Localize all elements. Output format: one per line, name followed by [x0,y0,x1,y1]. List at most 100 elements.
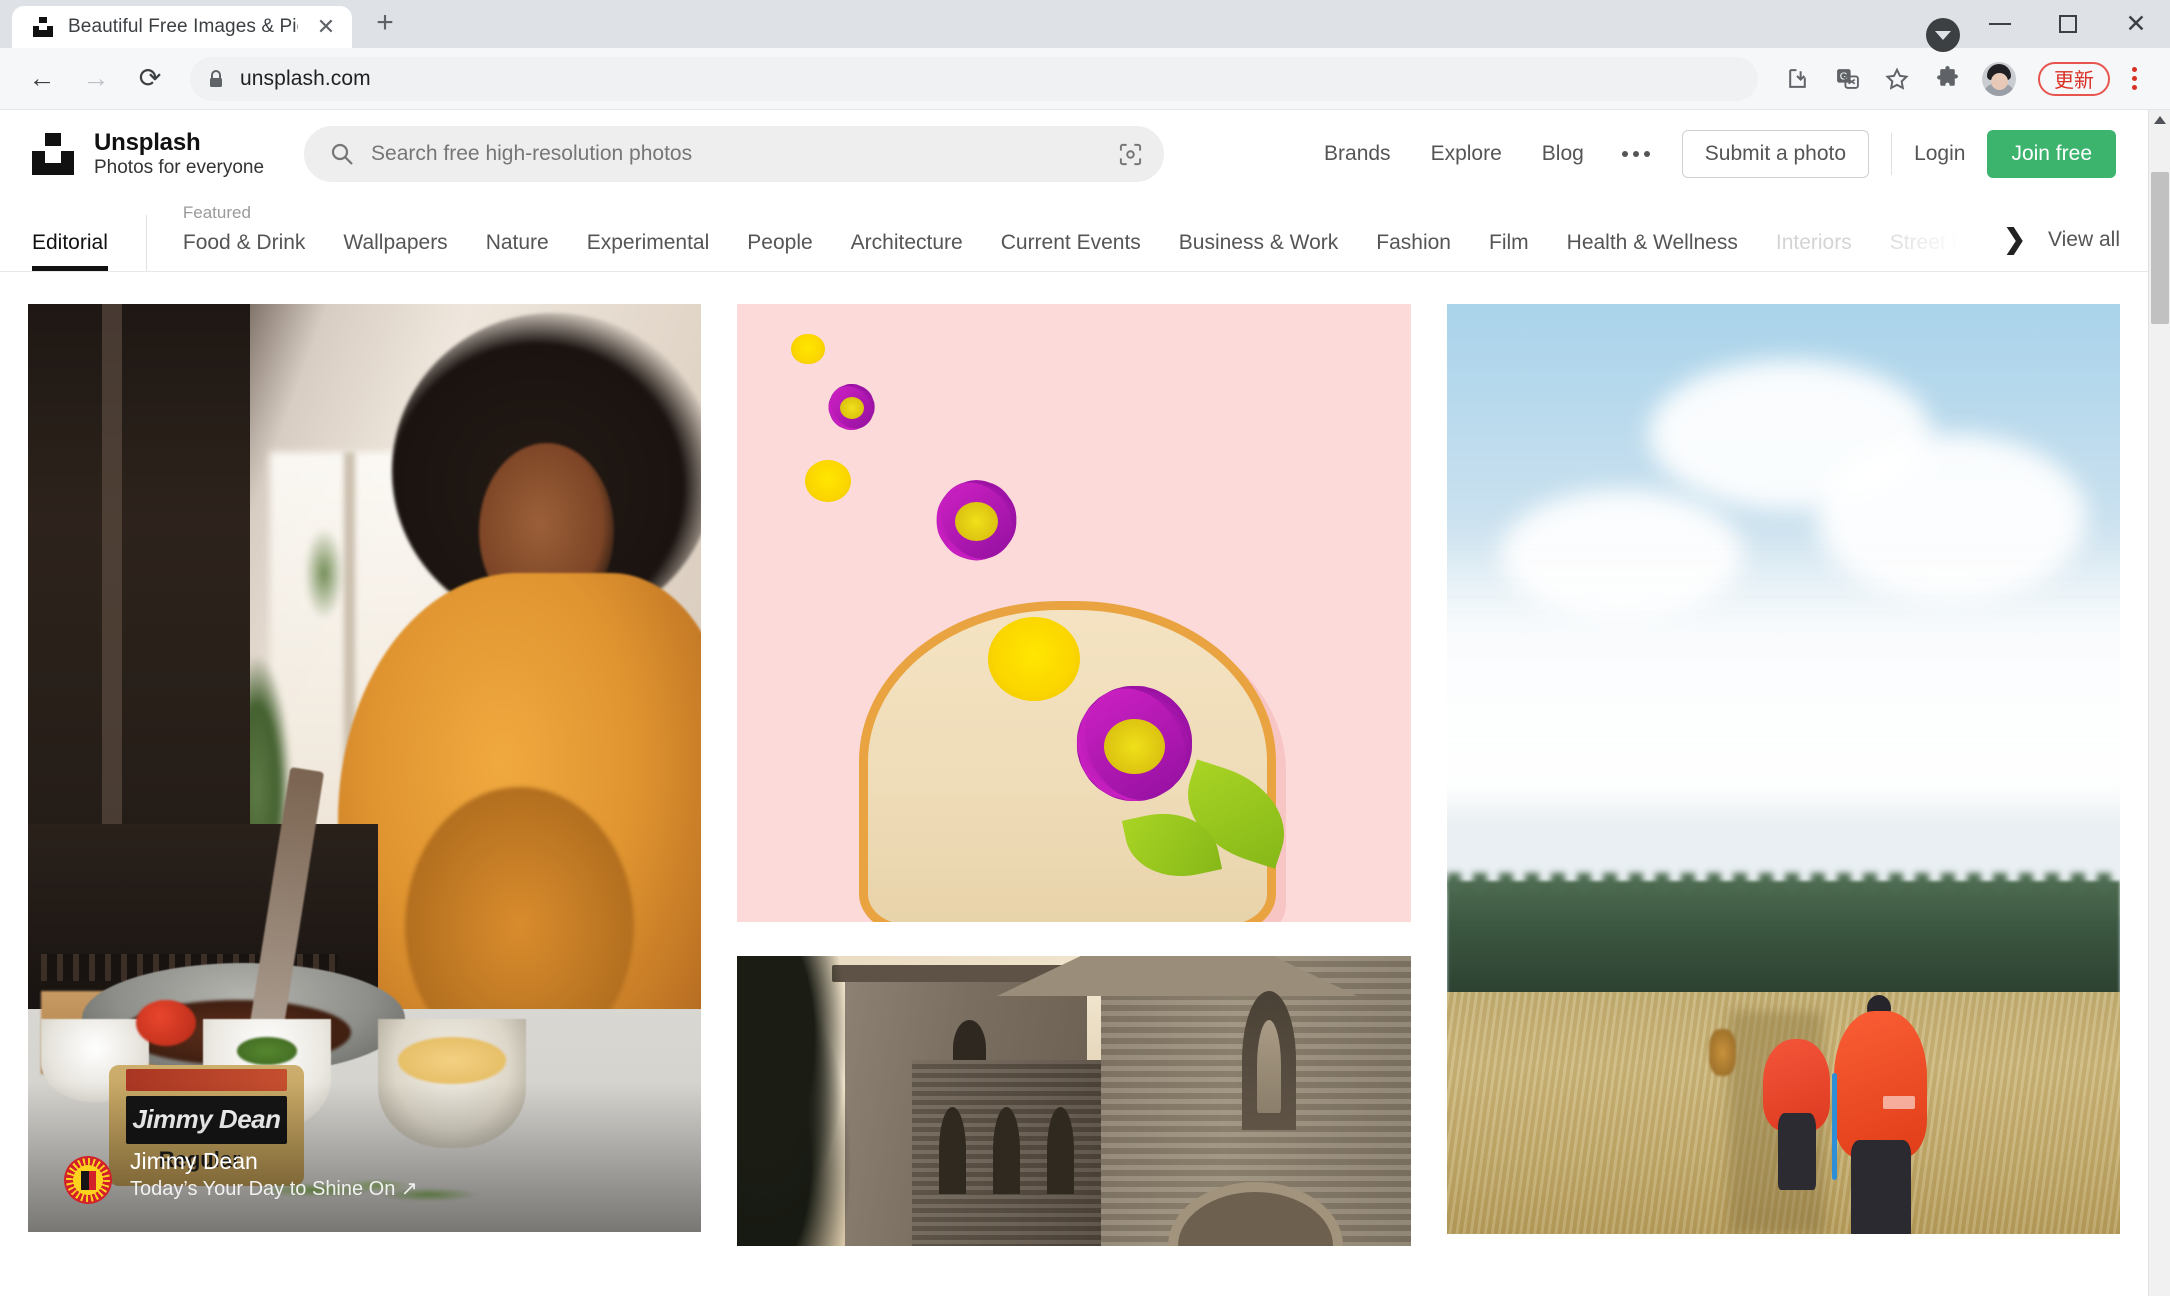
featured-label: Featured [182,203,251,222]
flower-purple-1 [811,372,892,446]
category-health-wellness[interactable]: Health & Wellness [1567,231,1776,255]
title-bar: Beautiful Free Images & Pictur ✕ + ✕ [0,0,2170,52]
category-food-drink[interactable]: Food & Drink [183,231,344,255]
header-divider [1891,133,1893,175]
category-wallpapers[interactable]: Wallpapers [343,231,485,255]
search-input[interactable] [355,142,1106,166]
chevron-down-icon [1935,30,1951,40]
flower-purple-2 [906,459,1047,589]
hiker-front [1830,995,1931,1234]
minimize-button[interactable] [1966,0,2034,48]
grid-column-1: Jimmy Dean Regular J [28,304,702,1232]
category-experimental[interactable]: Experimental [587,231,748,255]
close-window-button[interactable]: ✕ [2102,0,2170,48]
visual-search-icon[interactable] [1105,129,1155,179]
avatar [1982,61,2016,96]
sponsor-overlay[interactable]: Jimmy Dean Today’s Your Day to Shine On … [28,1082,702,1232]
photo-card-flowers[interactable] [737,304,1411,922]
extensions-puzzle-icon[interactable] [1924,56,1970,102]
three-dot-menu-icon[interactable] [2116,56,2152,102]
profile-avatar-button[interactable] [1974,54,2024,104]
nav-link-explore[interactable]: Explore [1411,142,1522,166]
category-people[interactable]: People [747,231,850,255]
church-photo-image [737,956,1411,1246]
view-all-link[interactable]: View all [2048,228,2120,252]
sponsor-name: Jimmy Dean [130,1148,258,1175]
category-nav: Editorial Featured Food & Drink Wallpape… [0,197,2148,272]
jimmy-dean-sunburst-logo-icon [64,1156,112,1204]
category-business-work[interactable]: Business & Work [1179,231,1377,255]
url-text: unsplash.com [240,66,371,90]
nav-link-brands[interactable]: Brands [1304,142,1411,166]
browser-toolbar: ← → ⟳ unsplash.com G 更新 [0,48,2170,110]
new-tab-button[interactable]: + [362,0,408,46]
flower-yellow-2 [791,449,865,517]
browser-window: Beautiful Free Images & Pictur ✕ + ✕ ← →… [0,0,2170,1296]
flower-yellow-small [781,326,835,375]
category-divider [145,215,147,271]
close-tab-icon[interactable]: ✕ [312,13,340,41]
brand-tagline: Photos for everyone [94,156,265,178]
photo-card-kitchen[interactable]: Jimmy Dean Regular J [28,304,702,1232]
lock-icon [208,69,224,89]
sponsor-tagline[interactable]: Today’s Your Day to Shine On ↗ [130,1176,418,1202]
search-icon [329,141,355,167]
toolbar-icons: G 更新 [1774,54,2152,104]
translate-icon[interactable]: G [1824,56,1870,102]
login-link[interactable]: Login [1914,142,1987,166]
unsplash-logo-icon [32,132,74,175]
forward-button[interactable]: → [72,55,120,103]
site-header: Unsplash Photos for everyone Search free… [0,110,2148,198]
brand-name: Unsplash [94,128,201,156]
join-free-button[interactable]: Join free [1987,130,2116,178]
bookmark-star-icon[interactable] [1874,56,1920,102]
tab-search-icon[interactable] [1926,18,1960,52]
category-scroller: Featured Food & Drink Wallpapers Nature … [183,197,1994,271]
grid-column-2 [737,304,1411,1246]
maximize-icon [2059,15,2077,33]
category-nature[interactable]: Nature [486,231,587,255]
maximize-button[interactable] [2034,0,2102,48]
submit-photo-button[interactable]: Submit a photo [1681,130,1870,178]
page-scrollbar[interactable] [2148,110,2170,1296]
photo-card-field[interactable] [1446,304,2120,1234]
search-bar[interactable] [304,126,1165,182]
chevron-right-icon[interactable]: ❯ [1993,224,2048,255]
browser-tab[interactable]: Beautiful Free Images & Pictur ✕ [12,6,352,48]
hiker-rear [1763,1038,1831,1191]
nav-link-blog[interactable]: Blog [1522,142,1604,166]
window-controls: ✕ [1966,0,2170,48]
category-fade-overlay [1873,197,1994,271]
field-photo-image [1446,304,2120,1234]
category-list: Food & Drink Wallpapers Nature Experimen… [183,231,1994,255]
flowers-photo-image [737,304,1411,922]
photo-card-church[interactable] [737,956,1411,1246]
close-icon: ✕ [2125,9,2147,38]
ellipsis-icon[interactable] [1604,151,1668,157]
scrollbar-thumb[interactable] [2151,172,2169,324]
category-controls: ❯ View all [1993,224,2148,271]
update-button[interactable]: 更新 [2038,61,2110,96]
tab-title: Beautiful Free Images & Pictur [68,16,298,37]
back-button[interactable]: ← [18,55,66,103]
scroll-up-arrow-icon[interactable] [2153,116,2166,124]
category-current-events[interactable]: Current Events [1001,231,1179,255]
category-architecture[interactable]: Architecture [851,231,1001,255]
category-fashion[interactable]: Fashion [1376,231,1489,255]
sponsor-text: Jimmy Dean Today’s Your Day to Shine On … [130,1147,418,1204]
tab-strip: Beautiful Free Images & Pictur ✕ + [0,0,408,48]
tab-editorial[interactable]: Editorial [32,231,108,271]
brand-logo-link[interactable]: Unsplash Photos for everyone [32,128,265,178]
grid-column-3 [1446,304,2120,1234]
page-viewport: Unsplash Photos for everyone Search free… [0,110,2170,1296]
minimize-icon [1989,23,2011,25]
photo-grid: Jimmy Dean Regular J [0,272,2148,1246]
header-nav: Brands Explore Blog Submit a photo Login… [1304,130,2116,178]
reload-button[interactable]: ⟳ [126,55,174,103]
category-film[interactable]: Film [1489,231,1567,255]
download-icon[interactable] [1774,56,1820,102]
unsplash-page: Unsplash Photos for everyone Search free… [0,110,2148,1296]
brand-text: Unsplash Photos for everyone [94,128,265,178]
unsplash-favicon-icon [32,16,54,38]
address-bar[interactable]: unsplash.com [190,56,1758,101]
